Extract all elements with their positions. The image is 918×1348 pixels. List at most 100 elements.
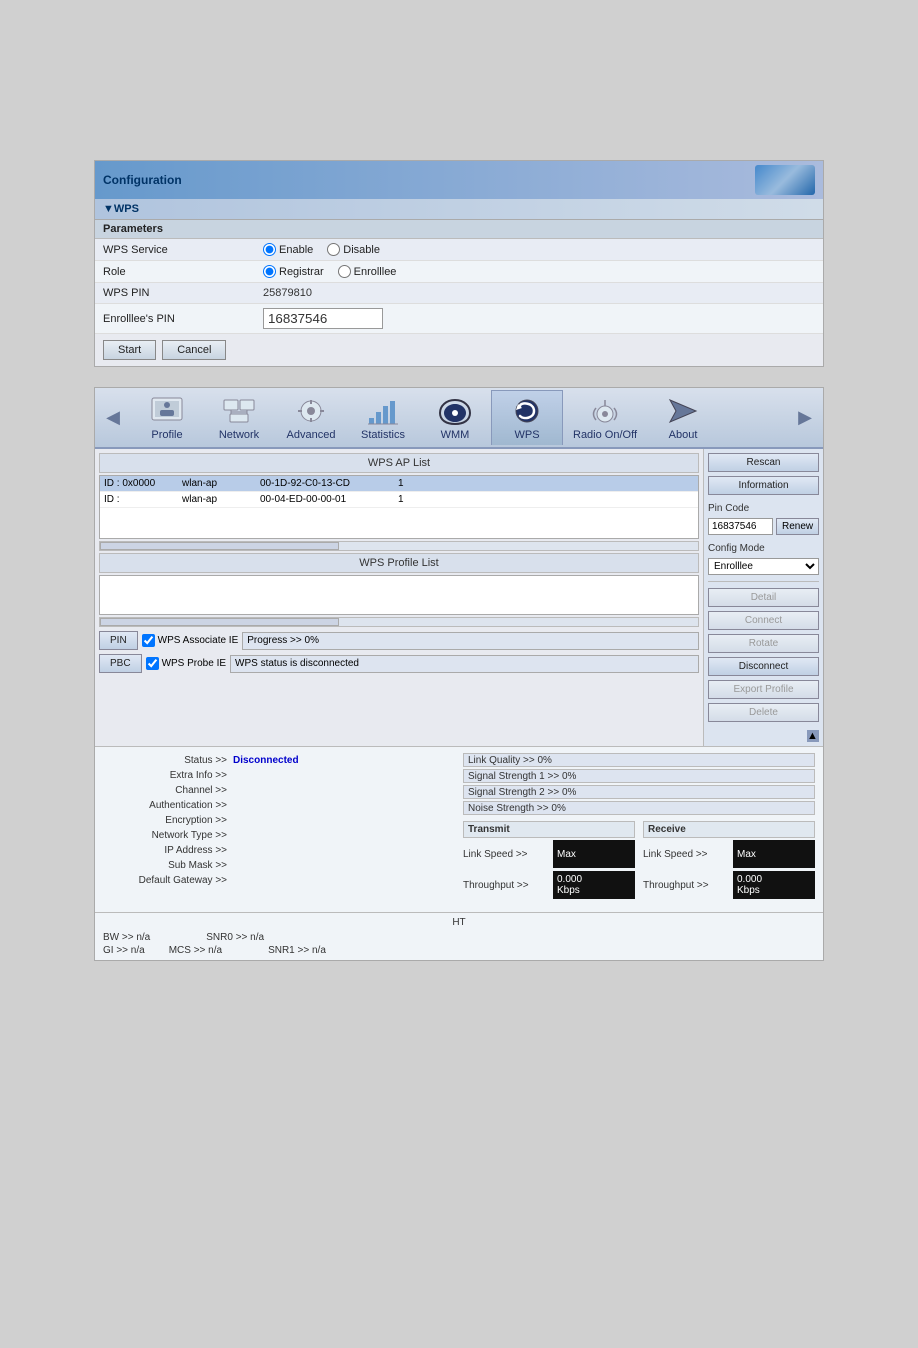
ht-row-2: GI >> n/a MCS >> n/a SNR1 >> n/a	[103, 945, 815, 956]
rescan-button[interactable]: Rescan	[708, 453, 819, 472]
profile-icon	[149, 395, 185, 427]
nav-profile-label: Profile	[151, 429, 182, 441]
wmm-icon	[437, 395, 473, 427]
pin-button[interactable]: PIN	[99, 631, 138, 650]
ap-row-2[interactable]: ID : wlan-ap 00-04-ED-00-00-01 1	[100, 492, 698, 508]
channel-label: Channel >>	[103, 785, 233, 796]
ht-mcs: MCS >> n/a	[169, 945, 222, 956]
ht-gi: GI >> n/a	[103, 945, 145, 956]
delete-button[interactable]: Delete	[708, 703, 819, 722]
ap-num-1: 1	[398, 478, 418, 489]
nav-item-radio[interactable]: Radio On/Off	[563, 391, 647, 445]
enrollee-pin-input[interactable]	[263, 308, 383, 329]
config-title: Configuration	[103, 173, 182, 187]
about-icon	[665, 395, 701, 427]
nav-back-arrow[interactable]: ◀	[95, 392, 131, 444]
role-enrollee-radio[interactable]	[338, 265, 351, 278]
nav-item-about[interactable]: About	[647, 391, 719, 445]
radio-icon	[587, 395, 623, 427]
signal-strength2-bar: Signal Strength 2 >> 0%	[463, 785, 815, 799]
ap-list: ID : 0x0000 wlan-ap 00-1D-92-C0-13-CD 1 …	[99, 475, 699, 539]
status-value: Disconnected	[233, 755, 299, 766]
profile-list-scrollbar[interactable]	[99, 617, 699, 627]
wps-disable-radio[interactable]	[327, 243, 340, 256]
pbc-button[interactable]: PBC	[99, 654, 142, 673]
wps-probe-label[interactable]: WPS Probe IE	[146, 657, 226, 670]
ht-bw: BW >> n/a	[103, 932, 150, 943]
transmit-link-speed-row: Link Speed >> Max	[463, 840, 635, 868]
nav-item-statistics[interactable]: Statistics	[347, 391, 419, 445]
nav-forward-arrow[interactable]: ▶	[787, 392, 823, 444]
nav-wmm-label: WMM	[441, 429, 470, 441]
params-header: Parameters	[95, 220, 823, 239]
ap-name-2: wlan-ap	[182, 494, 252, 505]
receive-link-speed-row: Link Speed >> Max	[643, 840, 815, 868]
pin-code-input[interactable]	[708, 518, 773, 535]
nav-item-network[interactable]: Network	[203, 391, 275, 445]
transmit-link-speed-value: Max	[557, 849, 631, 860]
receive-throughput-bar: 0.000 Kbps	[733, 871, 815, 899]
transmit-throughput-unit: Kbps	[557, 885, 631, 896]
start-button[interactable]: Start	[103, 340, 156, 360]
scroll-up-indicator[interactable]: ▲	[807, 730, 819, 742]
nav-advanced-label: Advanced	[287, 429, 336, 441]
nav-item-wmm[interactable]: WMM	[419, 391, 491, 445]
ht-snr1: SNR1 >> n/a	[268, 945, 326, 956]
status-row-ip: IP Address >>	[103, 843, 455, 858]
receive-link-speed-value: Max	[737, 849, 811, 860]
noise-strength-bar: Noise Strength >> 0%	[463, 801, 815, 815]
status-row-encryption: Encryption >>	[103, 813, 455, 828]
default-gateway-label: Default Gateway >>	[103, 875, 233, 886]
rotate-button[interactable]: Rotate	[708, 634, 819, 653]
config-panel: Configuration ▼WPS Parameters WPS Servic…	[94, 160, 824, 367]
nav-item-profile[interactable]: Profile	[131, 391, 203, 445]
connect-button[interactable]: Connect	[708, 611, 819, 630]
export-profile-button[interactable]: Export Profile	[708, 680, 819, 699]
status-area: Status >> Disconnected Extra Info >> Cha…	[95, 746, 823, 912]
wps-enable-radio[interactable]	[263, 243, 276, 256]
wps-associate-label[interactable]: WPS Associate IE	[142, 634, 239, 647]
role-label: Role	[103, 266, 263, 278]
role-registrar-option[interactable]: Registrar	[263, 265, 324, 278]
separator-1	[708, 581, 819, 582]
wps-disable-option[interactable]: Disable	[327, 243, 380, 256]
tx-rx-area: Transmit Link Speed >> Max Throughput >>	[463, 817, 815, 906]
receive-header: Receive	[643, 821, 815, 838]
ap-row-1[interactable]: ID : 0x0000 wlan-ap 00-1D-92-C0-13-CD 1	[100, 476, 698, 492]
cancel-button[interactable]: Cancel	[162, 340, 226, 360]
wps-associate-checkbox[interactable]	[142, 634, 155, 647]
ap-id-1: ID : 0x0000	[104, 478, 174, 489]
nav-item-wps[interactable]: WPS	[491, 390, 563, 445]
receive-section: Receive Link Speed >> Max Throughput >>	[643, 821, 815, 902]
ht-snr0: SNR0 >> n/a	[206, 932, 264, 943]
ap-mac-1: 00-1D-92-C0-13-CD	[260, 478, 390, 489]
nav-wps-label: WPS	[514, 429, 539, 441]
ap-list-scrollbar[interactable]	[99, 541, 699, 551]
status-row-network-type: Network Type >>	[103, 828, 455, 843]
network-type-label: Network Type >>	[103, 830, 233, 841]
disconnect-button[interactable]: Disconnect	[708, 657, 819, 676]
ap-name-1: wlan-ap	[182, 478, 252, 489]
control-strip: PIN WPS Associate IE Progress >> 0%	[99, 631, 699, 650]
status-label: Status >>	[103, 755, 233, 766]
information-button[interactable]: Information	[708, 476, 819, 495]
detail-button[interactable]: Detail	[708, 588, 819, 607]
role-enrollee-option[interactable]: Enrolllee	[338, 265, 397, 278]
ht-section: HT BW >> n/a SNR0 >> n/a GI >> n/a MCS >…	[95, 912, 823, 960]
ap-list-scrollbar-track	[100, 542, 339, 550]
wps-icon	[509, 395, 545, 427]
right-panel: Rescan Information Pin Code Renew Config…	[703, 449, 823, 746]
renew-button[interactable]: Renew	[776, 518, 819, 535]
nav-statistics-label: Statistics	[361, 429, 405, 441]
config-mode-select[interactable]: Enrolllee Registrar	[708, 558, 819, 575]
transmit-link-speed-label: Link Speed >>	[463, 849, 553, 860]
tx-rx-grid: Transmit Link Speed >> Max Throughput >>	[463, 821, 815, 902]
role-registrar-radio[interactable]	[263, 265, 276, 278]
wps-enable-option[interactable]: Enable	[263, 243, 313, 256]
wps-pin-row: WPS PIN 25879810	[95, 283, 823, 304]
wps-probe-checkbox[interactable]	[146, 657, 159, 670]
status-left: Status >> Disconnected Extra Info >> Cha…	[103, 753, 455, 906]
network-icon	[221, 395, 257, 427]
nav-item-advanced[interactable]: Advanced	[275, 391, 347, 445]
ap-list-title: WPS AP List	[99, 453, 699, 473]
